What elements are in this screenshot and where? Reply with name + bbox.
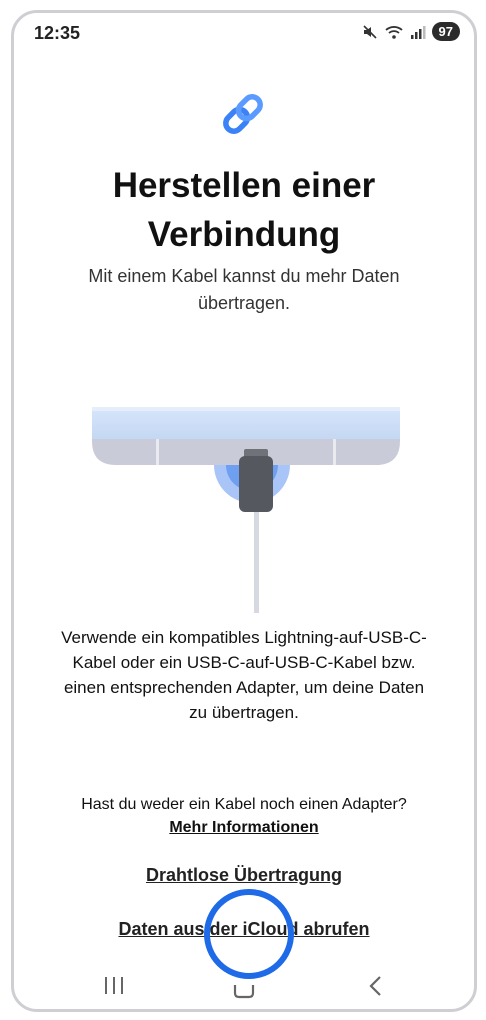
more-info-link[interactable]: Mehr Informationen <box>14 819 474 837</box>
icloud-transfer-link[interactable]: Daten aus der iCloud abrufen <box>14 919 474 940</box>
title-line-1: Herstellen einer <box>112 166 376 205</box>
recents-icon <box>105 977 123 994</box>
no-cable-question: Hast du weder ein Kabel noch einen Adapt… <box>81 796 407 813</box>
phone-screen: 12:35 97 Herstellen einer Verbindung Mit… <box>11 10 477 1012</box>
page-subtitle: Mit einem Kabel kannst du mehr Daten übe… <box>88 266 400 313</box>
description-text: Verwende ein kompatibles Lightning-auf-U… <box>61 628 427 722</box>
home-icon <box>233 985 255 999</box>
status-bar: 12:35 97 <box>14 13 474 55</box>
navigation-bar <box>14 963 474 1009</box>
title-line-2: Verbindung <box>147 215 341 254</box>
wireless-transfer-link[interactable]: Drahtlose Übertragung <box>14 865 474 886</box>
back-button[interactable] <box>344 971 404 1001</box>
home-button[interactable] <box>214 971 274 1001</box>
status-icons: 97 <box>362 22 460 41</box>
signal-icon <box>410 25 426 39</box>
mute-icon <box>362 24 377 39</box>
page-title: Herstellen einer Verbindung <box>14 161 474 259</box>
back-icon <box>369 976 381 996</box>
status-time: 12:35 <box>34 23 81 43</box>
battery-badge: 97 <box>431 22 460 41</box>
link-icon <box>223 94 263 134</box>
recents-button[interactable] <box>84 971 144 1001</box>
wifi-icon <box>384 25 403 39</box>
phone-cable-illustration <box>92 407 400 613</box>
